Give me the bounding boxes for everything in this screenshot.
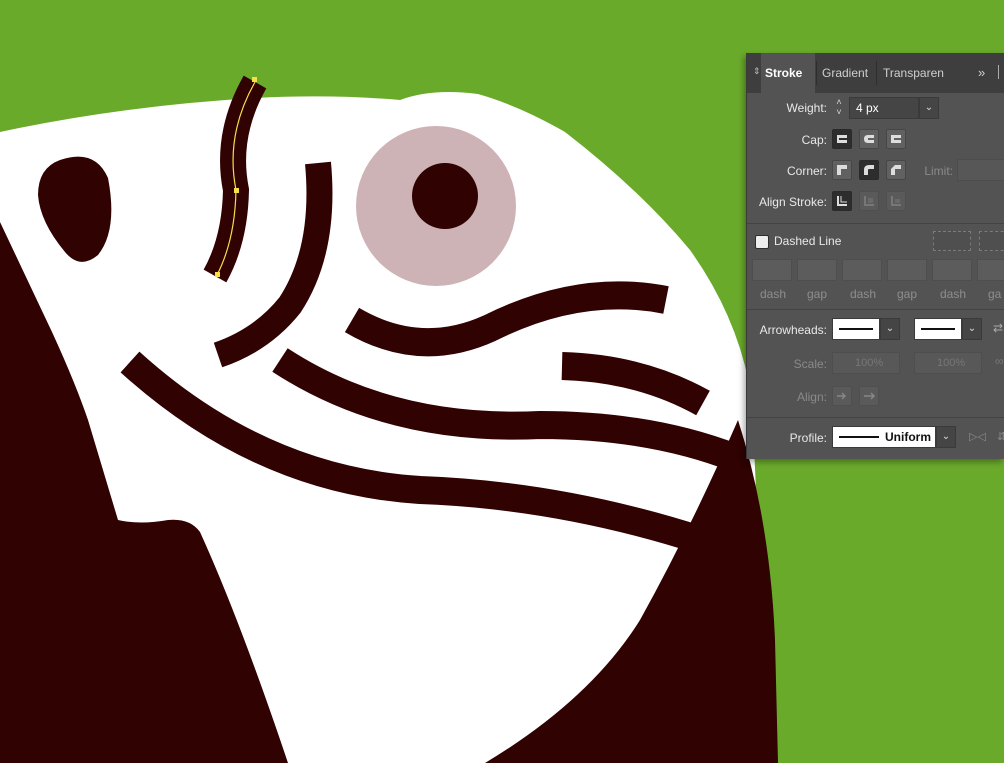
end-arrowhead-select[interactable] (914, 318, 962, 340)
end-scale-input: 100% (914, 352, 982, 374)
panel-menu-icon[interactable] (998, 65, 999, 79)
cap-label: Cap: (801, 133, 827, 147)
anchor-point-top[interactable] (252, 77, 257, 82)
dash-2-input[interactable] (842, 259, 882, 281)
align-label: Align: (796, 390, 827, 404)
limit-label: Limit: (924, 164, 953, 178)
tab-stroke[interactable]: Stroke (761, 53, 815, 93)
start-arrowhead-select[interactable] (832, 318, 880, 340)
miter-join-button[interactable] (832, 160, 852, 180)
dash-1-input[interactable] (752, 259, 792, 281)
weight-input[interactable]: 4 px (849, 97, 919, 119)
align-stroke-center-button[interactable] (832, 191, 852, 211)
limit-input (957, 159, 1004, 181)
dashed-line-checkbox[interactable] (755, 235, 769, 249)
butt-cap-button[interactable] (832, 129, 852, 149)
corner-label: Corner: (786, 164, 827, 178)
eye-pupil[interactable] (412, 163, 478, 229)
weight-dropdown[interactable]: ⌄ (919, 97, 939, 119)
dash-1-label: dash (760, 287, 787, 301)
dash-3-input[interactable] (932, 259, 972, 281)
panel-collapse-icon[interactable]: ⇕ (753, 66, 761, 77)
start-scale-input: 100% (832, 352, 900, 374)
gap-3-label: ga (988, 287, 1002, 301)
preserve-dash-icon[interactable] (933, 231, 971, 251)
double-chevron-icon[interactable]: » (978, 65, 985, 80)
anchor-point-bottom[interactable] (215, 272, 220, 277)
gap-1-input[interactable] (797, 259, 837, 281)
gap-2-input[interactable] (887, 259, 927, 281)
profile-label: Profile: (789, 431, 827, 445)
round-join-button[interactable] (859, 160, 879, 180)
dash-3-label: dash (940, 287, 967, 301)
anchor-point-middle[interactable] (234, 188, 239, 193)
gap-3-input[interactable] (977, 259, 1004, 281)
dashed-line-label: Dashed Line (774, 234, 842, 248)
align-dash-icon[interactable] (979, 231, 1004, 251)
arrowheads-label: Arrowheads: (759, 323, 827, 337)
swap-arrowheads-icon[interactable]: ⇄ (993, 321, 1003, 335)
align-stroke-inside-button[interactable] (859, 191, 879, 211)
weight-stepper[interactable]: ˄ ˅ (832, 97, 846, 119)
flip-across-icon[interactable]: ⇵ (997, 430, 1004, 443)
tab-gradient[interactable]: Gradient (822, 53, 868, 93)
stroke-panel: ⇕ Stroke Gradient Transparen » Weight: ˄… (746, 53, 1004, 459)
flip-along-icon[interactable]: ▷◁ (969, 430, 986, 443)
round-cap-button[interactable] (859, 129, 879, 149)
dash-2-label: dash (850, 287, 877, 301)
end-arrowhead-dropdown[interactable]: ⌄ (962, 318, 982, 340)
gap-1-label: gap (807, 287, 828, 301)
bevel-join-button[interactable] (886, 160, 906, 180)
profile-dropdown[interactable]: ⌄ (936, 426, 956, 448)
scale-label: Scale: (793, 357, 827, 371)
projecting-cap-button[interactable] (886, 129, 906, 149)
arrow-tip-beyond-button[interactable] (832, 386, 852, 406)
link-scale-icon: ∞ (995, 354, 1004, 368)
panel-tab-bar: ⇕ Stroke Gradient Transparen » (747, 53, 1004, 93)
align-stroke-outside-button[interactable] (886, 191, 906, 211)
start-arrowhead-dropdown[interactable]: ⌄ (880, 318, 900, 340)
align-stroke-label: Align Stroke: (758, 195, 827, 209)
tab-transparency[interactable]: Transparen (883, 53, 967, 93)
profile-value: Uniform (885, 430, 931, 444)
profile-select[interactable]: Uniform (832, 426, 936, 448)
gap-2-label: gap (897, 287, 918, 301)
weight-label: Weight: (786, 101, 827, 115)
arrow-tip-end-button[interactable] (859, 386, 879, 406)
